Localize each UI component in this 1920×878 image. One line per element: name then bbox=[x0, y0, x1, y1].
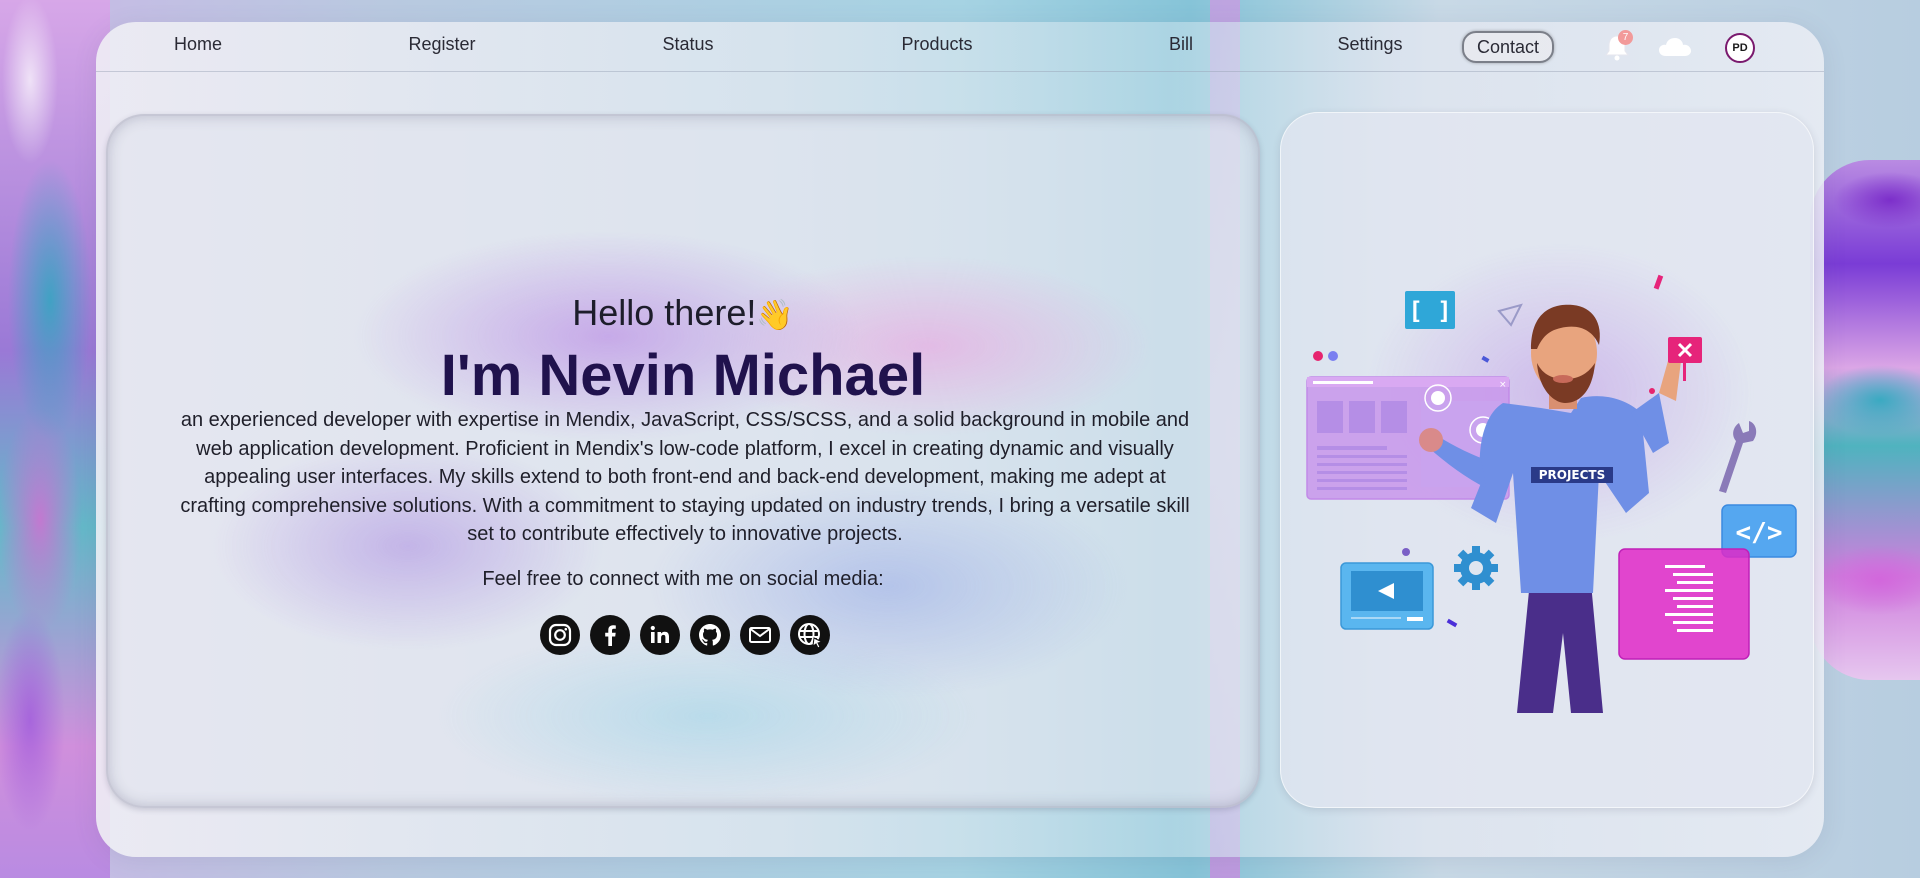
social-links bbox=[108, 615, 1258, 655]
navbar: Home Register Status Products Bill Setti… bbox=[96, 22, 1824, 72]
hero-bio: an experienced developer with expertise … bbox=[180, 409, 1190, 545]
greeting: Hello there!👋 bbox=[108, 292, 1258, 334]
nav-products[interactable]: Products bbox=[901, 34, 972, 55]
nav-home[interactable]: Home bbox=[174, 34, 222, 55]
svg-text:[ ]: [ ] bbox=[1408, 297, 1451, 325]
background-swirl-left bbox=[0, 0, 110, 878]
waving-hand-icon: 👋 bbox=[756, 299, 794, 332]
nav-settings[interactable]: Settings bbox=[1337, 34, 1402, 55]
hero-card: Hello there!👋 I'm Nevin Michael an exper… bbox=[106, 114, 1260, 808]
linkedin-icon[interactable] bbox=[639, 615, 680, 655]
nav-register[interactable]: Register bbox=[408, 34, 475, 55]
illustration-card: [ ] × PROJECTS </> bbox=[1280, 112, 1814, 808]
nav-bill[interactable]: Bill bbox=[1169, 34, 1193, 55]
app-frame: Home Register Status Products Bill Setti… bbox=[96, 22, 1824, 857]
background-swirl-right bbox=[1810, 160, 1920, 680]
svg-text:</>: </> bbox=[1736, 518, 1783, 548]
greeting-text: Hello there! bbox=[572, 292, 757, 333]
svg-text:×: × bbox=[1499, 380, 1507, 390]
hero-name: I'm Nevin Michael bbox=[440, 343, 926, 408]
facebook-icon[interactable] bbox=[589, 615, 630, 655]
user-avatar[interactable]: PD bbox=[1725, 33, 1755, 63]
cloud-icon[interactable] bbox=[1657, 34, 1693, 60]
connect-text: Feel free to connect with me on social m… bbox=[482, 568, 884, 590]
notification-badge: 7 bbox=[1618, 30, 1633, 45]
nav-contact-button[interactable]: Contact bbox=[1462, 31, 1554, 63]
developer-projects-illustration: [ ] × PROJECTS </> bbox=[1306, 274, 1797, 713]
website-icon[interactable] bbox=[789, 615, 830, 655]
nav-status[interactable]: Status bbox=[662, 34, 713, 55]
email-icon[interactable] bbox=[739, 615, 780, 655]
shirt-text: PROJECTS bbox=[1539, 468, 1606, 482]
instagram-icon[interactable] bbox=[539, 615, 580, 655]
github-icon[interactable] bbox=[689, 615, 730, 655]
